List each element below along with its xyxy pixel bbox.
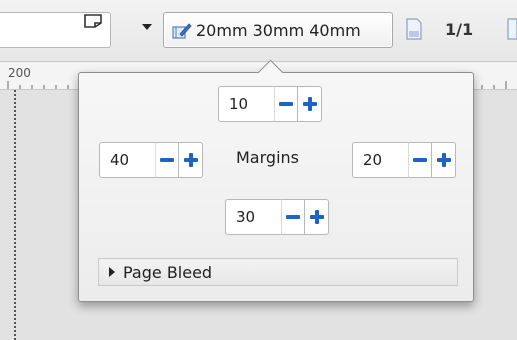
top-margin-spinner bbox=[218, 86, 322, 122]
page-bleed-label: Page Bleed bbox=[123, 262, 213, 282]
left-margin-spinner bbox=[99, 142, 203, 178]
margins-summary-label: 20mm 30mm 40mm bbox=[196, 20, 361, 40]
document-icon[interactable] bbox=[505, 17, 517, 45]
page-count: 1/1 bbox=[445, 20, 474, 39]
right-margin-spinner bbox=[352, 142, 456, 178]
left-margin-decrease-button[interactable] bbox=[155, 142, 179, 178]
dropdown-arrow-icon[interactable] bbox=[142, 24, 152, 30]
plus-icon bbox=[302, 97, 317, 111]
right-margin-increase-button[interactable] bbox=[432, 142, 456, 178]
right-margin-decrease-button[interactable] bbox=[408, 142, 432, 178]
left-margin-input[interactable] bbox=[99, 142, 155, 178]
right-margin-input[interactable] bbox=[352, 142, 408, 178]
toolbar: 20mm 30mm 40mm 1/1 bbox=[0, 0, 517, 62]
plus-icon bbox=[436, 153, 451, 167]
top-margin-decrease-button[interactable] bbox=[274, 86, 298, 122]
plus-icon bbox=[183, 153, 198, 167]
top-margin-increase-button[interactable] bbox=[298, 86, 322, 122]
expander-arrow-icon bbox=[109, 267, 115, 277]
page-bleed-expander[interactable]: Page Bleed bbox=[98, 258, 458, 286]
page-border-guide bbox=[14, 90, 16, 340]
margins-label: Margins bbox=[236, 148, 299, 167]
popover-pointer bbox=[256, 58, 284, 73]
document-icon[interactable] bbox=[404, 17, 424, 45]
bottom-margin-input[interactable] bbox=[225, 199, 281, 235]
top-margin-input[interactable] bbox=[218, 86, 274, 122]
minus-icon bbox=[160, 158, 174, 162]
bottom-margin-increase-button[interactable] bbox=[305, 199, 329, 235]
minus-icon bbox=[279, 102, 293, 106]
margins-button[interactable]: 20mm 30mm 40mm bbox=[163, 12, 393, 48]
margins-edit-icon bbox=[170, 19, 192, 41]
minus-icon bbox=[286, 215, 300, 219]
bottom-margin-decrease-button[interactable] bbox=[281, 199, 305, 235]
plus-icon bbox=[309, 210, 324, 224]
ruler-tick-label: 200 bbox=[8, 66, 31, 80]
left-margin-increase-button[interactable] bbox=[179, 142, 203, 178]
page-layout-icon[interactable] bbox=[82, 10, 104, 36]
bottom-margin-spinner bbox=[225, 199, 329, 235]
minus-icon bbox=[413, 158, 427, 162]
